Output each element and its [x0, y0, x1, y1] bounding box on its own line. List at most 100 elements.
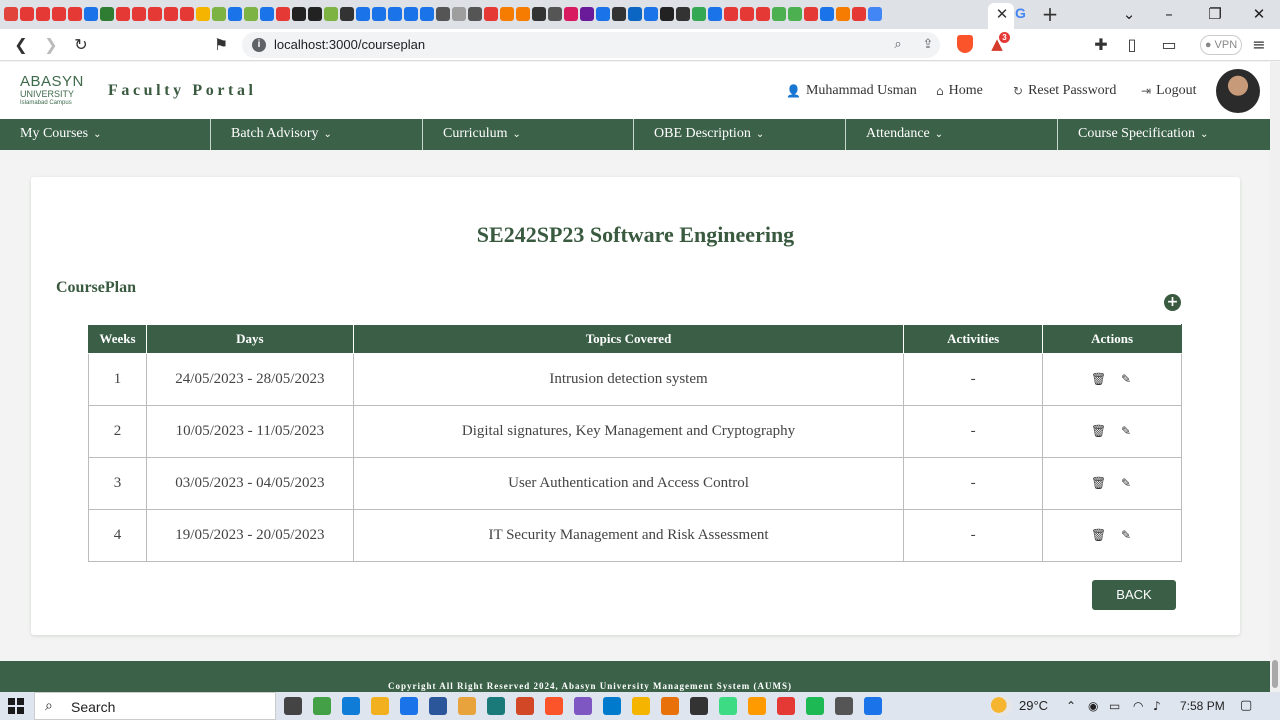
delete-icon[interactable]: 🗑	[1091, 371, 1106, 387]
tab-favicon-icon[interactable]	[116, 7, 130, 21]
tab-favicon-icon[interactable]	[596, 7, 610, 21]
new-tab-button[interactable]: +	[1040, 3, 1060, 25]
tab-favicon-icon[interactable]	[628, 7, 642, 21]
tab-favicon-icon[interactable]	[564, 7, 578, 21]
taskbar-app-icon[interactable]	[748, 697, 766, 715]
extensions-puzzle-icon[interactable]: ✚	[1090, 34, 1112, 56]
edit-icon[interactable]: ✎	[1119, 527, 1133, 543]
reload-icon[interactable]: ↻	[70, 34, 92, 56]
taskbar-app-icon[interactable]	[864, 697, 882, 715]
back-arrow-icon[interactable]: ❮	[10, 34, 32, 56]
wallet-icon[interactable]: ▭	[1158, 34, 1180, 56]
taskbar-app-icon[interactable]	[458, 697, 476, 715]
tab-favicon-icon[interactable]	[244, 7, 258, 21]
taskbar-app-icon[interactable]	[342, 697, 360, 715]
brave-shields-icon[interactable]	[957, 35, 973, 53]
tab-favicon-icon[interactable]	[580, 7, 594, 21]
avatar[interactable]	[1216, 69, 1260, 113]
tray-chevron-icon[interactable]: ⌃	[1066, 697, 1076, 715]
edit-icon[interactable]: ✎	[1119, 423, 1133, 439]
address-bar[interactable]: i localhost:3000/courseplan ⌕ ⇪	[242, 32, 940, 58]
tab-favicon-icon[interactable]	[772, 7, 786, 21]
volume-icon[interactable]: ♪	[1153, 697, 1161, 715]
tab-favicon-icon[interactable]	[292, 7, 306, 21]
nav-attendance[interactable]: Attendance ⌄	[846, 119, 1058, 150]
tab-favicon-icon[interactable]	[148, 7, 162, 21]
tab-favicon-icon[interactable]	[724, 7, 738, 21]
tab-favicon-icon[interactable]	[548, 7, 562, 21]
meet-icon[interactable]: ◉	[1088, 697, 1098, 715]
tab-favicon-icon[interactable]	[180, 7, 194, 21]
tab-favicon-icon[interactable]	[324, 7, 338, 21]
taskbar-app-icon[interactable]	[806, 697, 824, 715]
battery-icon[interactable]: ▭	[1109, 697, 1120, 715]
nav-batch-advisory[interactable]: Batch Advisory ⌄	[211, 119, 423, 150]
tab-favicon-icon[interactable]	[20, 7, 34, 21]
clock[interactable]: 7:58 PM	[1180, 698, 1225, 714]
taskbar-app-icon[interactable]	[487, 697, 505, 715]
taskbar-app-icon[interactable]	[719, 697, 737, 715]
tab-favicon-icon[interactable]	[340, 7, 354, 21]
university-logo[interactable]: ABASYN UNIVERSITY Islamabad Campus	[20, 74, 84, 110]
tab-favicon-icon[interactable]	[532, 7, 546, 21]
forward-arrow-icon[interactable]: ❯	[40, 34, 62, 56]
nav-my-courses[interactable]: My Courses ⌄	[0, 119, 211, 150]
vpn-button[interactable]: ● VPN	[1200, 35, 1242, 55]
nav-obe-description[interactable]: OBE Description ⌄	[634, 119, 846, 150]
tab-favicon-icon[interactable]	[196, 7, 210, 21]
notification-icon[interactable]: ▢	[1240, 697, 1258, 715]
tab-favicon-icon[interactable]	[420, 7, 434, 21]
taskbar-app-icon[interactable]	[313, 697, 331, 715]
tab-favicon-icon[interactable]	[820, 7, 834, 21]
wifi-icon[interactable]: ◠	[1133, 697, 1143, 715]
tab-favicon-icon[interactable]	[804, 7, 818, 21]
tab-favicon-icon[interactable]	[4, 7, 18, 21]
edit-icon[interactable]: ✎	[1119, 371, 1133, 387]
tab-search-chevron-icon[interactable]: ⌄	[1114, 3, 1144, 25]
tab-favicon-icon[interactable]	[68, 7, 82, 21]
tab-favicon-icon[interactable]	[100, 7, 114, 21]
tab-favicon-icon[interactable]	[756, 7, 770, 21]
taskbar-app-icon[interactable]	[661, 697, 679, 715]
delete-icon[interactable]: 🗑	[1091, 527, 1106, 543]
tab-favicon-icon[interactable]	[52, 7, 66, 21]
tab-favicon-icon[interactable]	[484, 7, 498, 21]
google-tab-icon[interactable]: G	[1015, 5, 1029, 23]
delete-icon[interactable]: 🗑	[1091, 475, 1106, 491]
tab-favicon-icon[interactable]	[84, 7, 98, 21]
tab-favicon-icon[interactable]	[516, 7, 530, 21]
menu-icon[interactable]: ≡	[1248, 34, 1270, 56]
tab-close-icon[interactable]: ✕	[993, 4, 1011, 24]
url-text[interactable]: localhost:3000/courseplan	[274, 37, 425, 53]
taskbar-app-icon[interactable]	[574, 697, 592, 715]
tab-favicon-icon[interactable]	[836, 7, 850, 21]
tab-favicon-icon[interactable]	[612, 7, 626, 21]
taskbar-app-icon[interactable]	[516, 697, 534, 715]
tab-favicon-icon[interactable]	[228, 7, 242, 21]
delete-icon[interactable]: 🗑	[1091, 423, 1106, 439]
taskbar-search[interactable]: ⌕ Search	[34, 692, 276, 720]
taskbar-app-icon[interactable]	[400, 697, 418, 715]
tab-favicon-icon[interactable]	[660, 7, 674, 21]
tab-favicon-icon[interactable]	[372, 7, 386, 21]
site-info-icon[interactable]: i	[252, 38, 266, 52]
reset-password-link[interactable]: ↻ Reset Password	[1013, 82, 1116, 100]
tab-favicon-icon[interactable]	[132, 7, 146, 21]
share-icon[interactable]: ⇪	[919, 36, 937, 54]
back-button[interactable]: BACK	[1092, 580, 1176, 610]
restore-button[interactable]: ❐	[1200, 3, 1230, 25]
tab-favicon-icon[interactable]	[452, 7, 466, 21]
taskbar-app-icon[interactable]	[284, 697, 302, 715]
close-window-button[interactable]: ✕	[1244, 3, 1274, 25]
sidebar-icon[interactable]: ▯	[1121, 34, 1143, 56]
tab-favicon-icon[interactable]	[692, 7, 706, 21]
taskbar-app-icon[interactable]	[545, 697, 563, 715]
tab-favicon-icon[interactable]	[164, 7, 178, 21]
tab-favicon-icon[interactable]	[740, 7, 754, 21]
weather-temp[interactable]: 29°C	[1019, 698, 1048, 714]
edit-icon[interactable]: ✎	[1119, 475, 1133, 491]
tab-favicon-icon[interactable]	[852, 7, 866, 21]
tab-favicon-icon[interactable]	[36, 7, 50, 21]
tab-favicon-icon[interactable]	[276, 7, 290, 21]
tab-favicon-icon[interactable]	[356, 7, 370, 21]
